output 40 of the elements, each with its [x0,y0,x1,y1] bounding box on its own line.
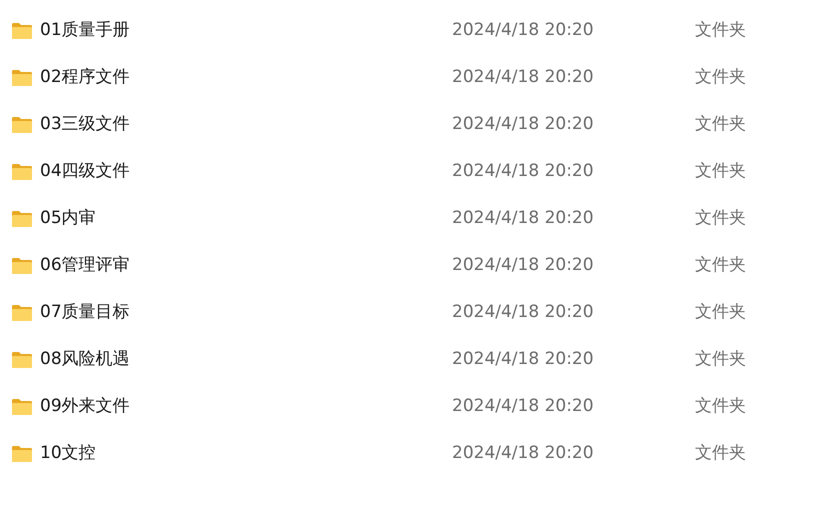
folder-icon [11,68,33,86]
file-name[interactable]: 04四级文件 [40,158,130,184]
folder-icon [11,22,33,40]
folder-icon [11,304,33,322]
file-type: 文件夹 [695,348,746,371]
folder-icon [11,116,33,134]
modified-date: 2024/4/18 20:20 [452,442,595,465]
modified-date: 2024/4/18 20:20 [452,160,595,183]
file-type: 文件夹 [695,66,746,89]
file-type: 文件夹 [695,18,746,42]
file-name[interactable]: 01质量手册 [40,18,130,44]
folder-icon [11,162,33,180]
file-type: 文件夹 [695,160,746,183]
modified-date: 2024/4/18 20:20 [452,300,595,324]
folder-icon [11,350,33,368]
modified-date: 2024/4/18 20:20 [452,112,595,136]
file-name[interactable]: 06管理评审 [40,252,130,278]
modified-date: 2024/4/18 20:20 [452,206,595,230]
modified-date: 2024/4/18 20:20 [452,66,595,89]
folder-icon [11,256,33,274]
file-name[interactable]: 07质量目标 [40,300,130,326]
folder-icon [11,210,33,228]
file-type: 文件夹 [695,206,746,230]
file-type: 文件夹 [695,442,746,465]
file-type: 文件夹 [695,394,746,418]
file-name[interactable]: 08风险机遇 [40,346,130,372]
file-type: 文件夹 [695,112,746,136]
folder-icon [11,398,33,416]
file-name[interactable]: 03三级文件 [40,112,130,138]
modified-date: 2024/4/18 20:20 [452,348,595,371]
modified-date: 2024/4/18 20:20 [452,254,595,277]
file-name[interactable]: 09外来文件 [40,394,130,420]
file-type: 文件夹 [695,300,746,324]
file-name[interactable]: 05内审 [40,206,96,232]
file-name[interactable]: 10文控 [40,440,96,466]
file-name[interactable]: 02程序文件 [40,64,130,90]
modified-date: 2024/4/18 20:20 [452,18,595,42]
file-type: 文件夹 [695,254,746,277]
folder-icon [11,444,33,462]
modified-date: 2024/4/18 20:20 [452,394,595,418]
